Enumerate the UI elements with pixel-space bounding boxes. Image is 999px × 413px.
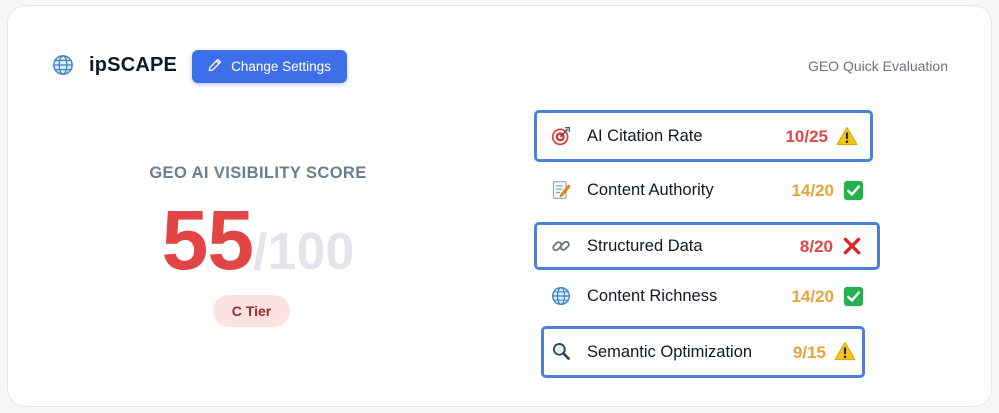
score-value: 55 xyxy=(161,193,254,287)
score-max: /100 xyxy=(253,223,355,281)
metric-label: Content Authority xyxy=(587,181,714,199)
tier-badge: C Tier xyxy=(213,295,290,327)
warning-icon xyxy=(834,340,856,362)
memo-icon xyxy=(550,179,572,201)
metric-row-content-richness[interactable]: Content Richness 14/20 xyxy=(537,272,870,320)
metric-score: 8/20 xyxy=(799,237,833,256)
globe-icon xyxy=(51,53,75,77)
link-icon xyxy=(550,235,572,257)
evaluation-card: ipSCAPE Change Settings GEO Quick Evalua… xyxy=(7,5,992,407)
evaluation-label: GEO Quick Evaluation xyxy=(807,58,948,74)
score-label: GEO AI VISIBILITY SCORE xyxy=(149,164,367,182)
metric-row-structured-data[interactable]: Structured Data 8/20 xyxy=(534,222,880,270)
magnifier-icon xyxy=(550,340,572,362)
metric-label: Semantic Optimization xyxy=(587,343,753,361)
metric-label: Content Richness xyxy=(587,287,718,305)
metric-score: 14/20 xyxy=(791,287,834,306)
globe-icon xyxy=(550,285,572,307)
change-settings-button[interactable]: Change Settings xyxy=(192,50,347,83)
cross-icon xyxy=(841,235,863,257)
score-display: 55/100 xyxy=(93,196,423,309)
check-icon xyxy=(842,285,864,307)
warning-icon xyxy=(836,125,858,147)
metric-label: AI Citation Rate xyxy=(587,127,703,145)
metric-score: 14/20 xyxy=(791,181,834,200)
metric-score: 9/15 xyxy=(792,343,826,362)
metric-score: 10/25 xyxy=(785,127,828,146)
metric-label: Structured Data xyxy=(587,237,703,255)
metric-row-semantic-optimization[interactable]: Semantic Optimization 9/15 xyxy=(541,326,865,378)
brand-name: ipSCAPE xyxy=(89,54,178,76)
pencil-icon xyxy=(208,58,222,75)
metric-row-content-authority[interactable]: Content Authority 14/20 xyxy=(537,166,870,214)
target-icon xyxy=(550,125,572,147)
change-settings-label: Change Settings xyxy=(231,59,331,74)
metric-row-ai-citation-rate[interactable]: AI Citation Rate 10/25 xyxy=(534,110,873,162)
check-icon xyxy=(842,179,864,201)
